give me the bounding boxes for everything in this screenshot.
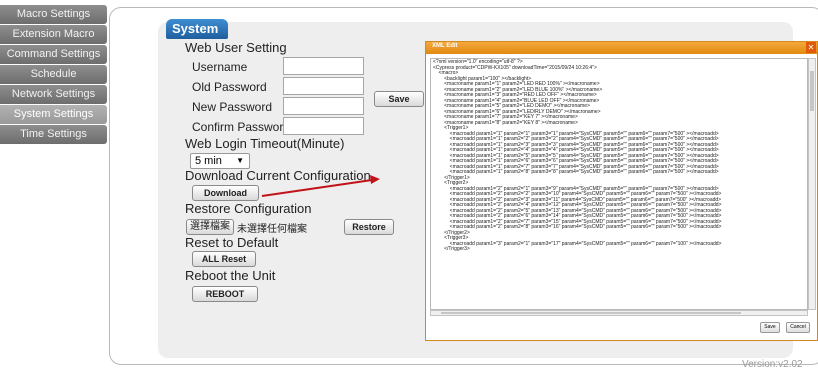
sidebar-nav: Macro Settings Extension Macro Command S… (0, 5, 107, 145)
choose-file-button[interactable]: 選擇檔案 (186, 219, 234, 235)
sidebar-item-command-settings[interactable]: Command Settings (0, 45, 107, 64)
xml-dialog-title: XML Edit (432, 43, 458, 49)
reset-default-heading: Reset to Default (185, 235, 279, 250)
restore-config-heading: Restore Configuration (185, 201, 312, 216)
save-button[interactable]: Save (374, 91, 424, 107)
xml-vertical-scrollbar[interactable] (808, 58, 816, 310)
timeout-select-value: 5 min (195, 155, 222, 167)
sidebar-item-macro-settings[interactable]: Macro Settings (0, 5, 107, 24)
sidebar-item-extension-macro[interactable]: Extension Macro (0, 25, 107, 44)
web-user-setting-heading: Web User Setting (185, 40, 287, 55)
old-password-field[interactable] (283, 77, 364, 95)
username-field[interactable] (283, 57, 364, 75)
xml-line: </Trigger3> (433, 246, 470, 252)
dialog-cancel-button[interactable]: Cancel (786, 322, 810, 333)
version-label: Version:v2.02 (742, 359, 803, 370)
username-label: Username (192, 60, 248, 74)
sidebar-item-schedule[interactable]: Schedule (0, 65, 107, 84)
chevron-down-icon: ▼ (236, 156, 244, 165)
xml-line: <macroadd param1="3" param2="1" param3="… (433, 240, 722, 247)
confirm-password-field[interactable] (283, 117, 364, 135)
new-password-field[interactable] (283, 97, 364, 115)
xml-edit-dialog: XML Edit ✕ <?xml version="1.0" encoding=… (425, 41, 818, 341)
timeout-select[interactable]: 5 min ▼ (190, 153, 250, 169)
restore-button[interactable]: Restore (344, 219, 394, 235)
sidebar-item-system-settings[interactable]: System Settings (0, 105, 107, 124)
scroll-thumb[interactable] (810, 71, 814, 111)
reboot-button[interactable]: REBOOT (192, 286, 258, 302)
old-password-label: Old Password (192, 80, 267, 94)
app-window: Macro Settings Extension Macro Command S… (0, 0, 818, 370)
tab-system[interactable]: System (166, 19, 228, 39)
confirm-password-label: Confirm Password (192, 120, 291, 134)
close-icon[interactable]: ✕ (806, 42, 816, 53)
all-reset-button[interactable]: ALL Reset (192, 251, 256, 267)
download-button[interactable]: Download (192, 185, 259, 201)
sidebar-item-network-settings[interactable]: Network Settings (0, 85, 107, 104)
sidebar-item-time-settings[interactable]: Time Settings (0, 125, 107, 144)
login-timeout-heading: Web Login Timeout(Minute) (185, 136, 345, 151)
xml-line: <macroadd param1="2" param2="8" param3="… (433, 224, 722, 230)
no-file-selected-text: 未選擇任何檔案 (237, 224, 307, 235)
xml-dialog-titlebar[interactable]: XML Edit ✕ (426, 42, 817, 54)
xml-textarea[interactable]: <?xml version="1.0" encoding="utf-8" ?> <… (430, 58, 808, 310)
xml-line: <macroadd param1="1" param2="8" param3="… (433, 169, 719, 175)
reboot-unit-heading: Reboot the Unit (185, 268, 276, 283)
scroll-thumb[interactable] (441, 312, 741, 314)
xml-horizontal-scrollbar[interactable] (430, 310, 808, 316)
dialog-save-button[interactable]: Save (760, 322, 780, 333)
new-password-label: New Password (192, 100, 273, 114)
xml-content: <?xml version="1.0" encoding="utf-8" ?> <… (433, 59, 722, 253)
download-config-heading: Download Current Configuration (185, 168, 371, 183)
